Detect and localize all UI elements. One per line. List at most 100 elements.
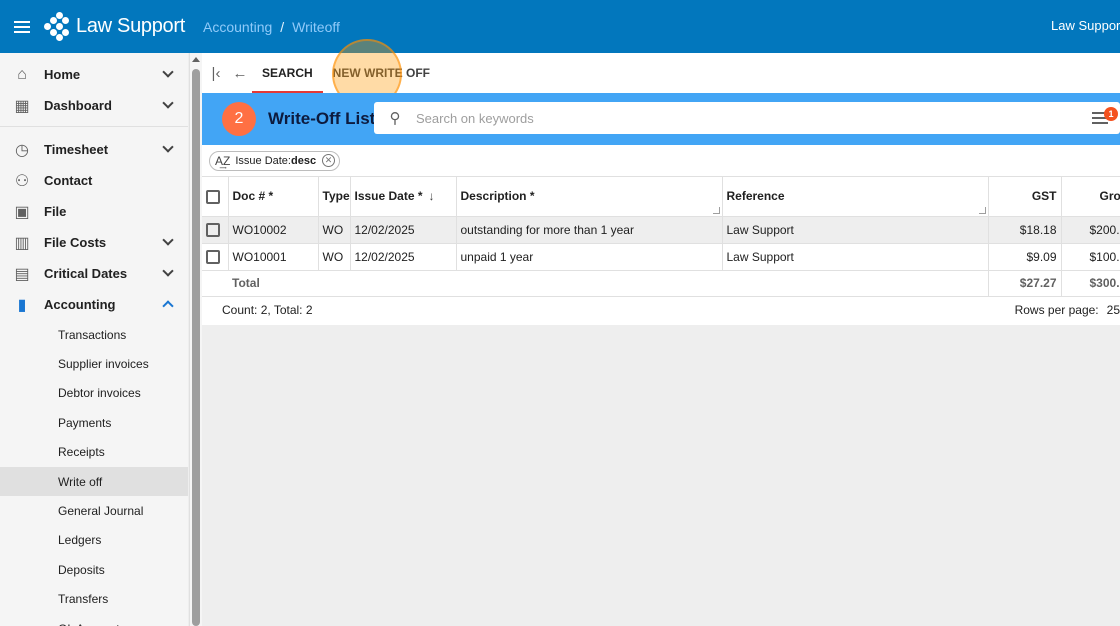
cell-description: unpaid 1 year <box>456 243 723 271</box>
select-all-checkbox[interactable] <box>206 189 220 204</box>
sidebar-subitem-debtor-invoices[interactable]: Debtor invoices <box>0 379 188 408</box>
col-gst[interactable]: GST <box>988 177 1062 217</box>
col-reference-label: Reference <box>726 189 785 204</box>
row-count: Count: 2, Total: 2 <box>222 302 313 317</box>
sidebar-scrollbar[interactable] <box>189 53 202 626</box>
sort-chip[interactable]: A͢Z Issue Date: desc ✕ <box>209 150 341 171</box>
sidebar-item-label: Home <box>44 67 81 82</box>
sidebar-item-file[interactable]: ▣ File <box>0 196 188 227</box>
total-blank-cell <box>202 270 228 297</box>
col-gross[interactable]: Gro <box>1061 177 1120 217</box>
cell-doc: WO10002 <box>228 216 319 244</box>
sidebar-item-contact[interactable]: ⚇ Contact <box>0 165 188 196</box>
col-type-label: Type <box>322 189 350 204</box>
search-input[interactable] <box>416 110 1016 126</box>
cell-description: outstanding for more than 1 year <box>456 216 723 244</box>
resize-handle[interactable] <box>712 206 720 214</box>
bar-chart-icon: ▮ <box>17 296 27 314</box>
cell-gst: $9.09 <box>988 243 1062 271</box>
col-issue-date-label: Issue Date * <box>354 189 423 204</box>
col-issue-date[interactable]: Issue Date * ↓ <box>350 177 457 217</box>
briefcase-icon: ▣ <box>14 203 30 221</box>
rows-per-page-select[interactable]: 25 <box>1107 303 1120 317</box>
row-select-cell <box>202 243 229 271</box>
dashboard-icon: ▦ <box>14 97 30 115</box>
search-box: ⚲ 1 <box>374 102 1120 134</box>
sidebar-subitem-transactions[interactable]: Transactions <box>0 320 188 349</box>
cell-type: WO <box>318 216 351 244</box>
row-select-cell <box>202 216 229 244</box>
cell-gst: $18.18 <box>988 216 1062 244</box>
sidebar-subitem-gl-accounts[interactable]: GL Accounts <box>0 614 188 626</box>
col-description-label: Description * <box>460 189 535 204</box>
sidebar-subitem-ledgers[interactable]: Ledgers <box>0 526 188 555</box>
first-page-icon[interactable]: |‹ <box>204 53 228 93</box>
col-gross-label: Gro <box>1099 189 1120 204</box>
sidebar-item-home[interactable]: ⌂ Home <box>0 59 188 90</box>
table-row[interactable]: WO10002 WO 12/02/2025 outstanding for mo… <box>202 216 1120 244</box>
sidebar-item-critical-dates[interactable]: ▤ Critical Dates <box>0 258 188 289</box>
divider <box>0 126 188 127</box>
total-label: Total <box>228 270 989 297</box>
chevron-up-icon <box>162 300 174 312</box>
col-type[interactable]: Type <box>318 177 351 217</box>
resize-handle[interactable] <box>978 206 986 214</box>
sidebar-subitem-general-journal[interactable]: General Journal <box>0 496 188 525</box>
breadcrumb-accounting[interactable]: Accounting <box>203 19 272 35</box>
building-icon: ▥ <box>14 234 30 252</box>
sidebar-item-accounting[interactable]: ▮ Accounting <box>0 289 188 320</box>
sidebar-subitem-receipts[interactable]: Receipts <box>0 438 188 467</box>
sidebar-item-dashboard[interactable]: ▦ Dashboard <box>0 90 188 121</box>
writeoff-table: Doc # * Type Issue Date * ↓ Description *… <box>202 177 1120 297</box>
total-gst: $27.27 <box>988 270 1062 297</box>
sidebar-subitem-payments[interactable]: Payments <box>0 408 188 437</box>
filter-count-badge: 1 <box>1104 107 1118 121</box>
row-checkbox[interactable] <box>206 249 220 264</box>
col-gst-label: GST <box>1031 189 1057 204</box>
table-row[interactable]: WO10001 WO 12/02/2025 unpaid 1 year Law … <box>202 243 1120 271</box>
user-menu[interactable]: Law Support <box>1051 18 1120 33</box>
chevron-down-icon <box>162 234 174 246</box>
col-doc[interactable]: Doc # * <box>228 177 319 217</box>
calendar-icon: ▤ <box>14 265 30 283</box>
sort-chip-label: Issue Date: <box>235 154 291 167</box>
total-gross: $300. <box>1061 270 1120 297</box>
sort-desc-icon: ↓ <box>428 189 435 204</box>
cell-reference: Law Support <box>722 216 989 244</box>
select-all-cell <box>202 177 229 217</box>
sidebar-item-file-costs[interactable]: ▥ File Costs <box>0 227 188 258</box>
col-description[interactable]: Description * <box>456 177 723 217</box>
table-footer: Count: 2, Total: 2 Rows per page: 25 <box>202 297 1120 323</box>
cell-issue-date: 12/02/2025 <box>350 216 457 244</box>
sidebar-item-label: Accounting <box>44 297 116 312</box>
brand-name: Law Support <box>76 15 185 37</box>
breadcrumb-separator: / <box>280 18 285 35</box>
sidebar-item-label: File Costs <box>44 235 107 250</box>
sidebar-subitem-transfers[interactable]: Transfers <box>0 585 188 614</box>
scrollbar-thumb[interactable] <box>192 69 200 626</box>
cell-type: WO <box>318 243 351 271</box>
logo[interactable]: Law Support <box>42 11 185 42</box>
sort-az-icon: A͢Z <box>215 153 231 168</box>
sidebar-subitem-supplier-invoices[interactable]: Supplier invoices <box>0 349 188 378</box>
cell-gross: $100. <box>1061 243 1120 271</box>
back-arrow-icon[interactable]: ← <box>228 53 252 93</box>
col-reference[interactable]: Reference <box>722 177 989 217</box>
menu-icon[interactable] <box>0 0 44 53</box>
sidebar-item-timesheet[interactable]: ◷ Timesheet <box>0 134 188 165</box>
sidebar-item-label: Critical Dates <box>44 266 128 281</box>
row-checkbox[interactable] <box>206 222 220 237</box>
sidebar-subitem-deposits[interactable]: Deposits <box>0 555 188 584</box>
total-row: Total $27.27 $300. <box>202 270 1120 297</box>
breadcrumb-writeoff[interactable]: Writeoff <box>292 19 340 35</box>
cell-doc: WO10001 <box>228 243 319 271</box>
sort-chip-row: A͢Z Issue Date: desc ✕ <box>202 145 1120 177</box>
list-header: 2 Write-Off List ⚲ 1 <box>202 93 1120 145</box>
scroll-up-icon[interactable] <box>192 57 200 62</box>
tab-search[interactable]: SEARCH <box>252 53 323 93</box>
cell-issue-date: 12/02/2025 <box>350 243 457 271</box>
sidebar-subitem-write-off[interactable]: Write off <box>0 466 188 497</box>
people-icon: ⚇ <box>14 172 30 190</box>
close-icon[interactable]: ✕ <box>322 154 336 167</box>
breadcrumb: Accounting / Writeoff <box>203 19 340 35</box>
